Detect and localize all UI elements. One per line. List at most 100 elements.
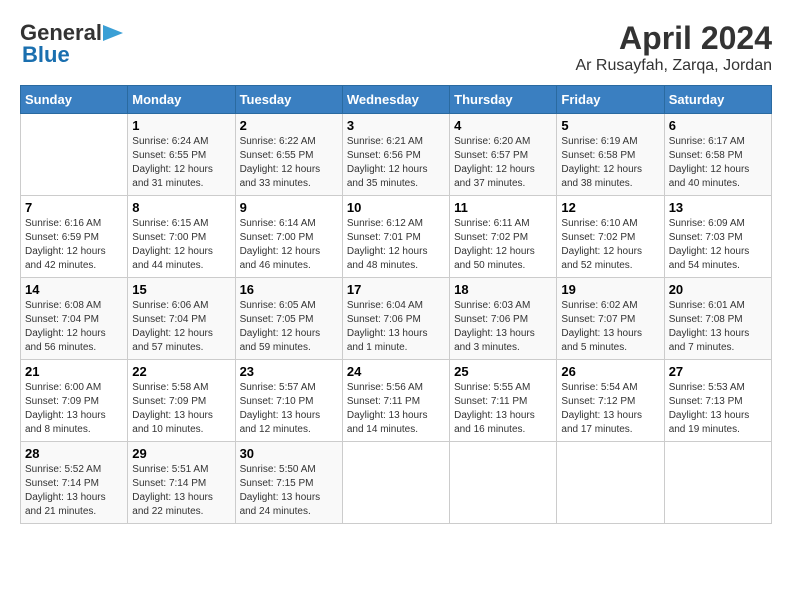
calendar-cell: 14Sunrise: 6:08 AM Sunset: 7:04 PM Dayli… xyxy=(21,278,128,360)
day-info: Sunrise: 5:57 AM Sunset: 7:10 PM Dayligh… xyxy=(240,382,321,435)
day-info: Sunrise: 5:55 AM Sunset: 7:11 PM Dayligh… xyxy=(454,382,535,435)
logo-arrow-icon xyxy=(103,25,123,41)
calendar-cell: 19 Sunrise: 6:02 AM Sunset: 7:07 PM Dayli… xyxy=(557,278,664,360)
day-number: 20 xyxy=(669,282,767,297)
calendar-week-row: 14Sunrise: 6:08 AM Sunset: 7:04 PM Dayli… xyxy=(21,278,772,360)
day-of-week-header: Tuesday xyxy=(235,86,342,114)
day-number: 23 xyxy=(240,364,338,379)
day-info: Sunrise: 6:12 AM Sunset: 7:01 PM Dayligh… xyxy=(347,218,428,271)
day-info: Sunrise: 6:19 AM Sunset: 6:58 PM Dayligh… xyxy=(561,136,642,189)
day-info: Sunrise: 6:10 AM Sunset: 7:02 PM Dayligh… xyxy=(561,218,642,271)
day-number: 13 xyxy=(669,200,767,215)
calendar-cell: 29 Sunrise: 5:51 AM Sunset: 7:14 PM Dayli… xyxy=(128,442,235,524)
calendar-cell: 6 Sunrise: 6:17 AM Sunset: 6:58 PM Daylig… xyxy=(664,114,771,196)
calendar-cell: 10 Sunrise: 6:12 AM Sunset: 7:01 PM Dayli… xyxy=(342,196,449,278)
calendar-cell: 27 Sunrise: 5:53 AM Sunset: 7:13 PM Dayli… xyxy=(664,360,771,442)
calendar-cell: 1 Sunrise: 6:24 AM Sunset: 6:55 PM Daylig… xyxy=(128,114,235,196)
day-number: 22 xyxy=(132,364,230,379)
day-number: 28 xyxy=(25,446,123,461)
day-number: 6 xyxy=(669,118,767,133)
day-of-week-header: Wednesday xyxy=(342,86,449,114)
day-number: 24 xyxy=(347,364,445,379)
calendar-cell: 3 Sunrise: 6:21 AM Sunset: 6:56 PM Daylig… xyxy=(342,114,449,196)
calendar-cell: 30Sunrise: 5:50 AM Sunset: 7:15 PM Dayli… xyxy=(235,442,342,524)
calendar-cell: 16 Sunrise: 6:05 AM Sunset: 7:05 PM Dayli… xyxy=(235,278,342,360)
calendar-cell xyxy=(21,114,128,196)
day-number: 10 xyxy=(347,200,445,215)
calendar-cell: 21Sunrise: 6:00 AM Sunset: 7:09 PM Dayli… xyxy=(21,360,128,442)
day-info: Sunrise: 5:50 AM Sunset: 7:15 PM Dayligh… xyxy=(240,464,321,517)
calendar-table: SundayMondayTuesdayWednesdayThursdayFrid… xyxy=(20,85,772,524)
day-info: Sunrise: 5:54 AM Sunset: 7:12 PM Dayligh… xyxy=(561,382,642,435)
calendar-cell: 25Sunrise: 5:55 AM Sunset: 7:11 PM Dayli… xyxy=(450,360,557,442)
day-number: 3 xyxy=(347,118,445,133)
calendar-cell xyxy=(450,442,557,524)
day-number: 7 xyxy=(25,200,123,215)
day-info: Sunrise: 6:06 AM Sunset: 7:04 PM Dayligh… xyxy=(132,300,213,353)
day-info: Sunrise: 6:15 AM Sunset: 7:00 PM Dayligh… xyxy=(132,218,213,271)
day-info: Sunrise: 5:58 AM Sunset: 7:09 PM Dayligh… xyxy=(132,382,213,435)
day-info: Sunrise: 6:21 AM Sunset: 6:56 PM Dayligh… xyxy=(347,136,428,189)
day-info: Sunrise: 6:02 AM Sunset: 7:07 PM Dayligh… xyxy=(561,300,642,353)
day-info: Sunrise: 6:14 AM Sunset: 7:00 PM Dayligh… xyxy=(240,218,321,271)
day-info: Sunrise: 6:22 AM Sunset: 6:55 PM Dayligh… xyxy=(240,136,321,189)
day-number: 29 xyxy=(132,446,230,461)
day-info: Sunrise: 6:05 AM Sunset: 7:05 PM Dayligh… xyxy=(240,300,321,353)
day-info: Sunrise: 5:56 AM Sunset: 7:11 PM Dayligh… xyxy=(347,382,428,435)
calendar-week-row: 21Sunrise: 6:00 AM Sunset: 7:09 PM Dayli… xyxy=(21,360,772,442)
day-of-week-header: Thursday xyxy=(450,86,557,114)
calendar-cell: 9 Sunrise: 6:14 AM Sunset: 7:00 PM Daylig… xyxy=(235,196,342,278)
day-of-week-header: Saturday xyxy=(664,86,771,114)
day-of-week-header: Sunday xyxy=(21,86,128,114)
day-info: Sunrise: 5:53 AM Sunset: 7:13 PM Dayligh… xyxy=(669,382,750,435)
day-number: 16 xyxy=(240,282,338,297)
calendar-cell: 20Sunrise: 6:01 AM Sunset: 7:08 PM Dayli… xyxy=(664,278,771,360)
calendar-cell: 4Sunrise: 6:20 AM Sunset: 6:57 PM Daylig… xyxy=(450,114,557,196)
calendar-cell: 15 Sunrise: 6:06 AM Sunset: 7:04 PM Dayli… xyxy=(128,278,235,360)
day-number: 15 xyxy=(132,282,230,297)
day-info: Sunrise: 6:08 AM Sunset: 7:04 PM Dayligh… xyxy=(25,300,106,353)
page-subtitle: Ar Rusayfah, Zarqa, Jordan xyxy=(575,57,772,75)
day-of-week-header: Friday xyxy=(557,86,664,114)
day-info: Sunrise: 6:11 AM Sunset: 7:02 PM Dayligh… xyxy=(454,218,535,271)
day-number: 26 xyxy=(561,364,659,379)
calendar-cell: 18Sunrise: 6:03 AM Sunset: 7:06 PM Dayli… xyxy=(450,278,557,360)
day-number: 4 xyxy=(454,118,552,133)
calendar-cell: 12 Sunrise: 6:10 AM Sunset: 7:02 PM Dayli… xyxy=(557,196,664,278)
calendar-cell: 11 Sunrise: 6:11 AM Sunset: 7:02 PM Dayli… xyxy=(450,196,557,278)
page-title: April 2024 xyxy=(575,20,772,57)
calendar-cell: 28 Sunrise: 5:52 AM Sunset: 7:14 PM Dayli… xyxy=(21,442,128,524)
day-number: 11 xyxy=(454,200,552,215)
calendar-cell: 22 Sunrise: 5:58 AM Sunset: 7:09 PM Dayli… xyxy=(128,360,235,442)
day-info: Sunrise: 6:24 AM Sunset: 6:55 PM Dayligh… xyxy=(132,136,213,189)
logo: General Blue xyxy=(20,20,123,68)
title-block: April 2024 Ar Rusayfah, Zarqa, Jordan xyxy=(575,20,772,75)
calendar-cell: 7Sunrise: 6:16 AM Sunset: 6:59 PM Daylig… xyxy=(21,196,128,278)
calendar-cell xyxy=(557,442,664,524)
day-number: 5 xyxy=(561,118,659,133)
calendar-week-row: 7Sunrise: 6:16 AM Sunset: 6:59 PM Daylig… xyxy=(21,196,772,278)
day-number: 19 xyxy=(561,282,659,297)
day-number: 9 xyxy=(240,200,338,215)
day-number: 1 xyxy=(132,118,230,133)
day-info: Sunrise: 6:17 AM Sunset: 6:58 PM Dayligh… xyxy=(669,136,750,189)
day-number: 17 xyxy=(347,282,445,297)
day-of-week-header: Monday xyxy=(128,86,235,114)
calendar-cell xyxy=(342,442,449,524)
calendar-cell xyxy=(664,442,771,524)
calendar-cell: 23 Sunrise: 5:57 AM Sunset: 7:10 PM Dayli… xyxy=(235,360,342,442)
calendar-header-row: SundayMondayTuesdayWednesdayThursdayFrid… xyxy=(21,86,772,114)
calendar-week-row: 28 Sunrise: 5:52 AM Sunset: 7:14 PM Dayli… xyxy=(21,442,772,524)
calendar-cell: 13Sunrise: 6:09 AM Sunset: 7:03 PM Dayli… xyxy=(664,196,771,278)
calendar-cell: 24 Sunrise: 5:56 AM Sunset: 7:11 PM Dayli… xyxy=(342,360,449,442)
calendar-cell: 26 Sunrise: 5:54 AM Sunset: 7:12 PM Dayli… xyxy=(557,360,664,442)
calendar-cell: 5 Sunrise: 6:19 AM Sunset: 6:58 PM Daylig… xyxy=(557,114,664,196)
day-number: 12 xyxy=(561,200,659,215)
day-number: 8 xyxy=(132,200,230,215)
day-info: Sunrise: 5:52 AM Sunset: 7:14 PM Dayligh… xyxy=(25,464,106,517)
day-info: Sunrise: 5:51 AM Sunset: 7:14 PM Dayligh… xyxy=(132,464,213,517)
calendar-cell: 8 Sunrise: 6:15 AM Sunset: 7:00 PM Daylig… xyxy=(128,196,235,278)
day-number: 27 xyxy=(669,364,767,379)
day-info: Sunrise: 6:03 AM Sunset: 7:06 PM Dayligh… xyxy=(454,300,535,353)
calendar-cell: 17Sunrise: 6:04 AM Sunset: 7:06 PM Dayli… xyxy=(342,278,449,360)
